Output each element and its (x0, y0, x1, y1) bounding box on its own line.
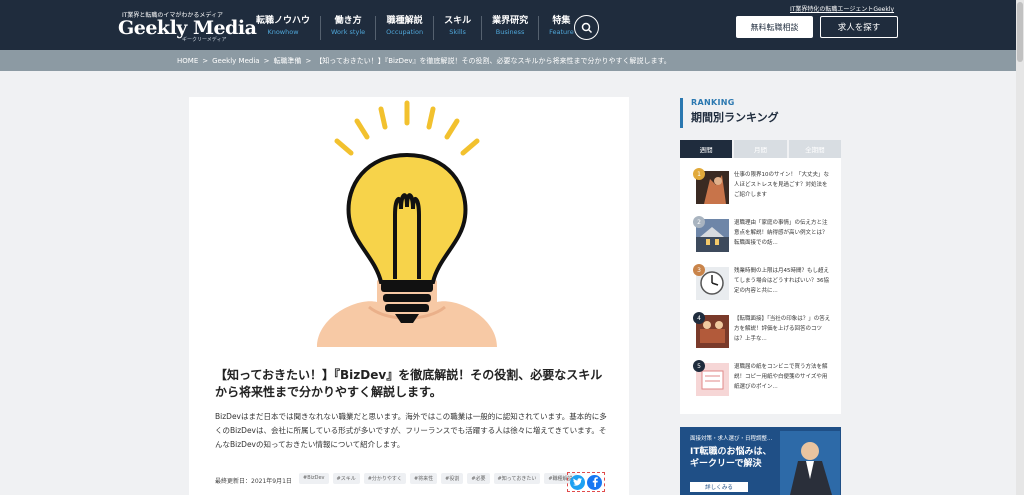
breadcrumb-home[interactable]: HOME (177, 57, 198, 65)
geekly-agent-link[interactable]: IT業界特化の転職エージェントGeekly (790, 4, 894, 13)
facebook-icon[interactable] (587, 474, 602, 490)
search-button[interactable] (574, 15, 599, 40)
nav-item-occupation[interactable]: 職種解説 Occupation (376, 16, 435, 40)
ranking-item[interactable]: 3 残業時間の上限は月45時間？もし超えてしまう場合はどうすればいい？36協定の… (680, 264, 841, 312)
ranking-list: 1 仕事の限界10のサイン！「大丈夫」な人ほどストレスを見過ごす？対処法をご紹介… (680, 158, 841, 414)
rank-number: 5 (693, 360, 705, 372)
page-scrollbar[interactable] (1016, 0, 1024, 495)
ranking-item-title: 【転職面接】「当社の印象は？」の答え方を解説！評価を上げる回答のコツは？上手な.… (734, 316, 831, 342)
breadcrumb-separator: > (202, 56, 209, 65)
job-search-button[interactable]: 求人を探す (820, 16, 898, 38)
banner-line2: ギークリーで解決 (690, 459, 762, 469)
rank-number: 4 (693, 312, 705, 324)
tag-future[interactable]: #将来性 (409, 473, 438, 484)
banner-line1: IT転職のお悩みは、 (690, 447, 772, 457)
ranking-tabs: 週間 月間 全期間 (680, 140, 841, 158)
free-consultation-button[interactable]: 無料転職相談 (736, 16, 813, 38)
article-description: BizDevはまだ日本では聞きなれない職業だと思います。海外ではこの職業は一般的… (215, 412, 607, 449)
tab-all-time[interactable]: 全期間 (788, 140, 841, 158)
rank-number: 3 (693, 264, 705, 276)
tag-should-know[interactable]: #知っておきたい (493, 473, 541, 484)
banner-subtext: 面接対策・求人選び・日程調整... (690, 436, 773, 442)
article-title: 【知っておきたい！】『BizDev』を徹底解説！その役割、必要なスキルから将来性… (215, 368, 603, 399)
nav-item-business[interactable]: 業界研究 Business (482, 16, 540, 40)
ranking-label-en: RANKING (691, 98, 735, 107)
businessman-illustration (780, 431, 840, 495)
tab-monthly[interactable]: 月間 (734, 140, 787, 158)
twitter-icon[interactable] (570, 474, 585, 490)
breadcrumb-current: 【知っておきたい！】『BizDev』を徹底解説！その役割、必要なスキルから将来性… (315, 56, 671, 65)
tag-bizdev[interactable]: #BizDev (299, 473, 329, 484)
banner-headline: IT転職のお悩みは、 ギークリーで解決 (690, 446, 772, 470)
banner-detail-button[interactable]: 詳しくみる (690, 482, 748, 492)
tag-necessary[interactable]: #必要 (467, 473, 490, 484)
consultation-banner[interactable]: 面接対策・求人選び・日程調整... IT転職のお悩みは、 ギークリーで解決 詳し… (680, 427, 841, 495)
ranking-item[interactable]: 4 【転職面接】「当社の印象は？」の答え方を解説！評価を上げる回答のコツは？上手… (680, 312, 841, 360)
logo-subtitle: ギークリーメディア (182, 37, 227, 43)
share-buttons (567, 472, 605, 492)
lightbulb-illustration (317, 100, 497, 347)
rank-number: 1 (693, 168, 705, 180)
tag-easy[interactable]: #分かりやすく (363, 473, 406, 484)
rank-number: 2 (693, 216, 705, 228)
ranking-item[interactable]: 2 退職理由「家庭の事情」の伝え方と注意点を解説！納得感が高い例文とは？転職面接… (680, 216, 841, 264)
nav-item-workstyle[interactable]: 働き方 Work style (321, 16, 377, 40)
breadcrumb-category[interactable]: 転職準備 (273, 56, 301, 66)
main-nav: 転職ノウハウ Knowhow 働き方 Work style 職種解説 Occup… (246, 16, 584, 40)
scrollbar-thumb[interactable] (1017, 2, 1023, 62)
last-updated: 最終更新日：2021年9月1日 (215, 478, 292, 485)
ranking-item[interactable]: 1 仕事の限界10のサイン！「大丈夫」な人ほどストレスを見過ごす？対処法をご紹介… (680, 168, 841, 216)
breadcrumb-separator: > (263, 56, 270, 65)
search-icon (581, 22, 592, 33)
breadcrumb-media[interactable]: Geekly Media (212, 57, 259, 65)
nav-item-skills[interactable]: スキル Skills (434, 16, 483, 40)
tag-skill[interactable]: #スキル (332, 473, 360, 484)
ranking-item[interactable]: 5 退職届の紙をコンビニで買う方法を解説！コピー用紙や白便箋のサイズや用紙選びの… (680, 360, 841, 408)
breadcrumb-separator: > (305, 56, 312, 65)
tag-role[interactable]: #役割 (441, 473, 464, 484)
ranking-item-title: 仕事の限界10のサイン！「大丈夫」な人ほどストレスを見過ごす？対処法をご紹介しま… (734, 172, 829, 198)
breadcrumb: HOME > Geekly Media > 転職準備 > 【知っておきたい！】『… (0, 50, 1016, 71)
nav-item-knowhow[interactable]: 転職ノウハウ Knowhow (246, 16, 322, 40)
ranking-heading: RANKING 期間別ランキング (680, 98, 840, 128)
tag-list: #BizDev #スキル #分かりやすく #将来性 #役割 #必要 #知っておき… (299, 473, 577, 484)
ranking-item-title: 退職届の紙をコンビニで買う方法を解説！コピー用紙や白便箋のサイズや用紙選びのポイ… (734, 364, 828, 390)
ranking-item-title: 退職理由「家庭の事情」の伝え方と注意点を解説！納得感が高い例文とは？転職面接での… (734, 220, 828, 246)
article-card: 【知っておきたい！】『BizDev』を徹底解説！その役割、必要なスキルから将来性… (189, 97, 629, 495)
ranking-item-title: 残業時間の上限は月45時間？もし超えてしまう場合はどうすればいい？36協定の内容… (734, 268, 829, 294)
tab-weekly[interactable]: 週間 (680, 140, 733, 158)
ranking-label-jp: 期間別ランキング (691, 111, 779, 124)
site-header: IT業界と転職のイマがわかるメディア Geekly Media ギークリーメディ… (0, 0, 1024, 50)
